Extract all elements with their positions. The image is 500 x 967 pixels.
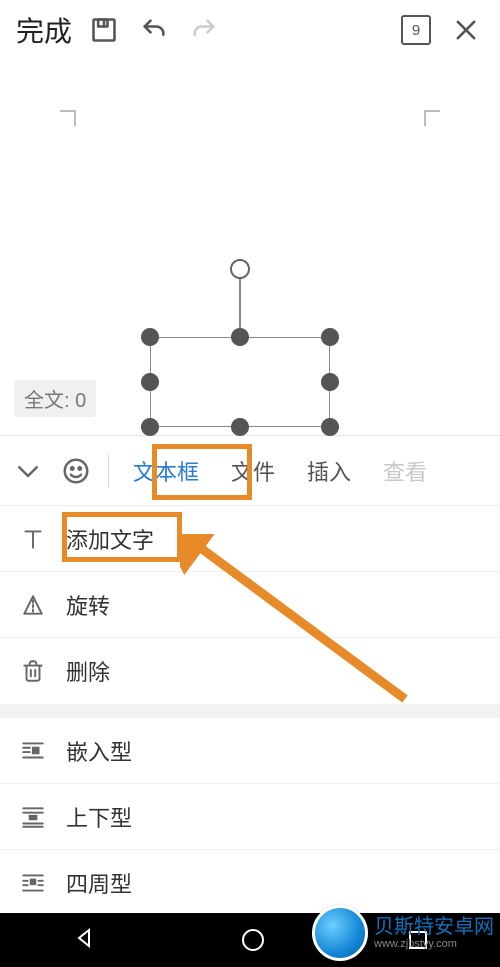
menu-item-label: 上下型 — [66, 801, 132, 833]
collapse-panel-button[interactable] — [6, 449, 50, 493]
undo-button[interactable] — [132, 8, 176, 52]
menu-group-actions: 添加文字 旋转 删除 — [0, 505, 500, 704]
tab-view[interactable]: 查看 — [369, 449, 441, 493]
nav-back-button[interactable] — [73, 926, 97, 955]
menu-item-label: 添加文字 — [66, 523, 154, 555]
undo-icon — [140, 16, 168, 44]
resize-handle[interactable] — [231, 418, 249, 436]
margin-corner-icon — [424, 110, 440, 126]
rotation-handle[interactable] — [230, 259, 250, 279]
wrap-inline-icon — [18, 738, 48, 764]
chevron-down-icon — [13, 456, 43, 486]
rotate-icon — [18, 592, 48, 618]
tabs-scroll[interactable]: 文本框 文件 插入 查看 — [119, 449, 494, 493]
face-icon — [61, 456, 91, 486]
textbox-panel: 添加文字 旋转 删除 嵌入型 上下型 四周型 — [0, 505, 500, 916]
tab-insert[interactable]: 插入 — [293, 449, 365, 493]
wrap-around-icon — [18, 870, 48, 896]
resize-handle[interactable] — [141, 373, 159, 391]
triangle-back-icon — [73, 926, 97, 950]
tab-textbox[interactable]: 文本框 — [119, 449, 213, 493]
floppy-icon — [90, 16, 118, 44]
rotation-stem — [239, 277, 241, 328]
textbox-outline — [150, 337, 330, 427]
redo-button — [182, 8, 226, 52]
menu-item-label: 四周型 — [66, 867, 132, 899]
margin-corner-icon — [60, 110, 76, 126]
menu-item-wrap-topbottom[interactable]: 上下型 — [0, 784, 500, 850]
close-icon — [452, 16, 480, 44]
selected-textbox[interactable] — [150, 337, 330, 427]
wrap-topbottom-icon — [18, 804, 48, 830]
page-count-badge: 9 — [401, 15, 431, 45]
resize-handle[interactable] — [321, 418, 339, 436]
word-count-badge[interactable]: 全文: 0 — [14, 380, 96, 417]
done-button[interactable]: 完成 — [12, 10, 76, 50]
circle-icon — [242, 929, 264, 951]
resize-handle[interactable] — [231, 328, 249, 346]
watermark-logo-icon — [312, 905, 368, 961]
menu-item-rotate[interactable]: 旋转 — [0, 572, 500, 638]
nav-home-button[interactable] — [242, 929, 264, 951]
menu-item-delete[interactable]: 删除 — [0, 638, 500, 704]
menu-item-label: 旋转 — [66, 589, 110, 621]
panel-tabstrip: 文本框 文件 插入 查看 — [0, 435, 500, 505]
watermark: 贝斯特安卓网 www.zjbstyy.com — [312, 905, 494, 961]
page-count-button[interactable]: 9 — [394, 8, 438, 52]
assistant-button[interactable] — [54, 449, 98, 493]
resize-handle[interactable] — [141, 418, 159, 436]
menu-item-add-text[interactable]: 添加文字 — [0, 506, 500, 572]
redo-icon — [190, 16, 218, 44]
document-canvas[interactable]: 全文: 0 — [0, 60, 500, 435]
resize-handle[interactable] — [141, 328, 159, 346]
menu-group-wrap: 嵌入型 上下型 四周型 — [0, 704, 500, 916]
tab-file[interactable]: 文件 — [217, 449, 289, 493]
text-icon — [18, 526, 48, 552]
close-button[interactable] — [444, 8, 488, 52]
menu-item-label: 嵌入型 — [66, 735, 132, 767]
menu-item-label: 删除 — [66, 655, 110, 687]
resize-handle[interactable] — [321, 373, 339, 391]
divider — [108, 454, 109, 488]
top-toolbar: 完成 9 — [0, 0, 500, 60]
trash-icon — [18, 658, 48, 684]
resize-handle[interactable] — [321, 328, 339, 346]
watermark-url: www.zjbstyy.com — [374, 938, 494, 950]
menu-item-wrap-inline[interactable]: 嵌入型 — [0, 718, 500, 784]
watermark-title: 贝斯特安卓网 — [374, 917, 494, 938]
save-button[interactable] — [82, 8, 126, 52]
